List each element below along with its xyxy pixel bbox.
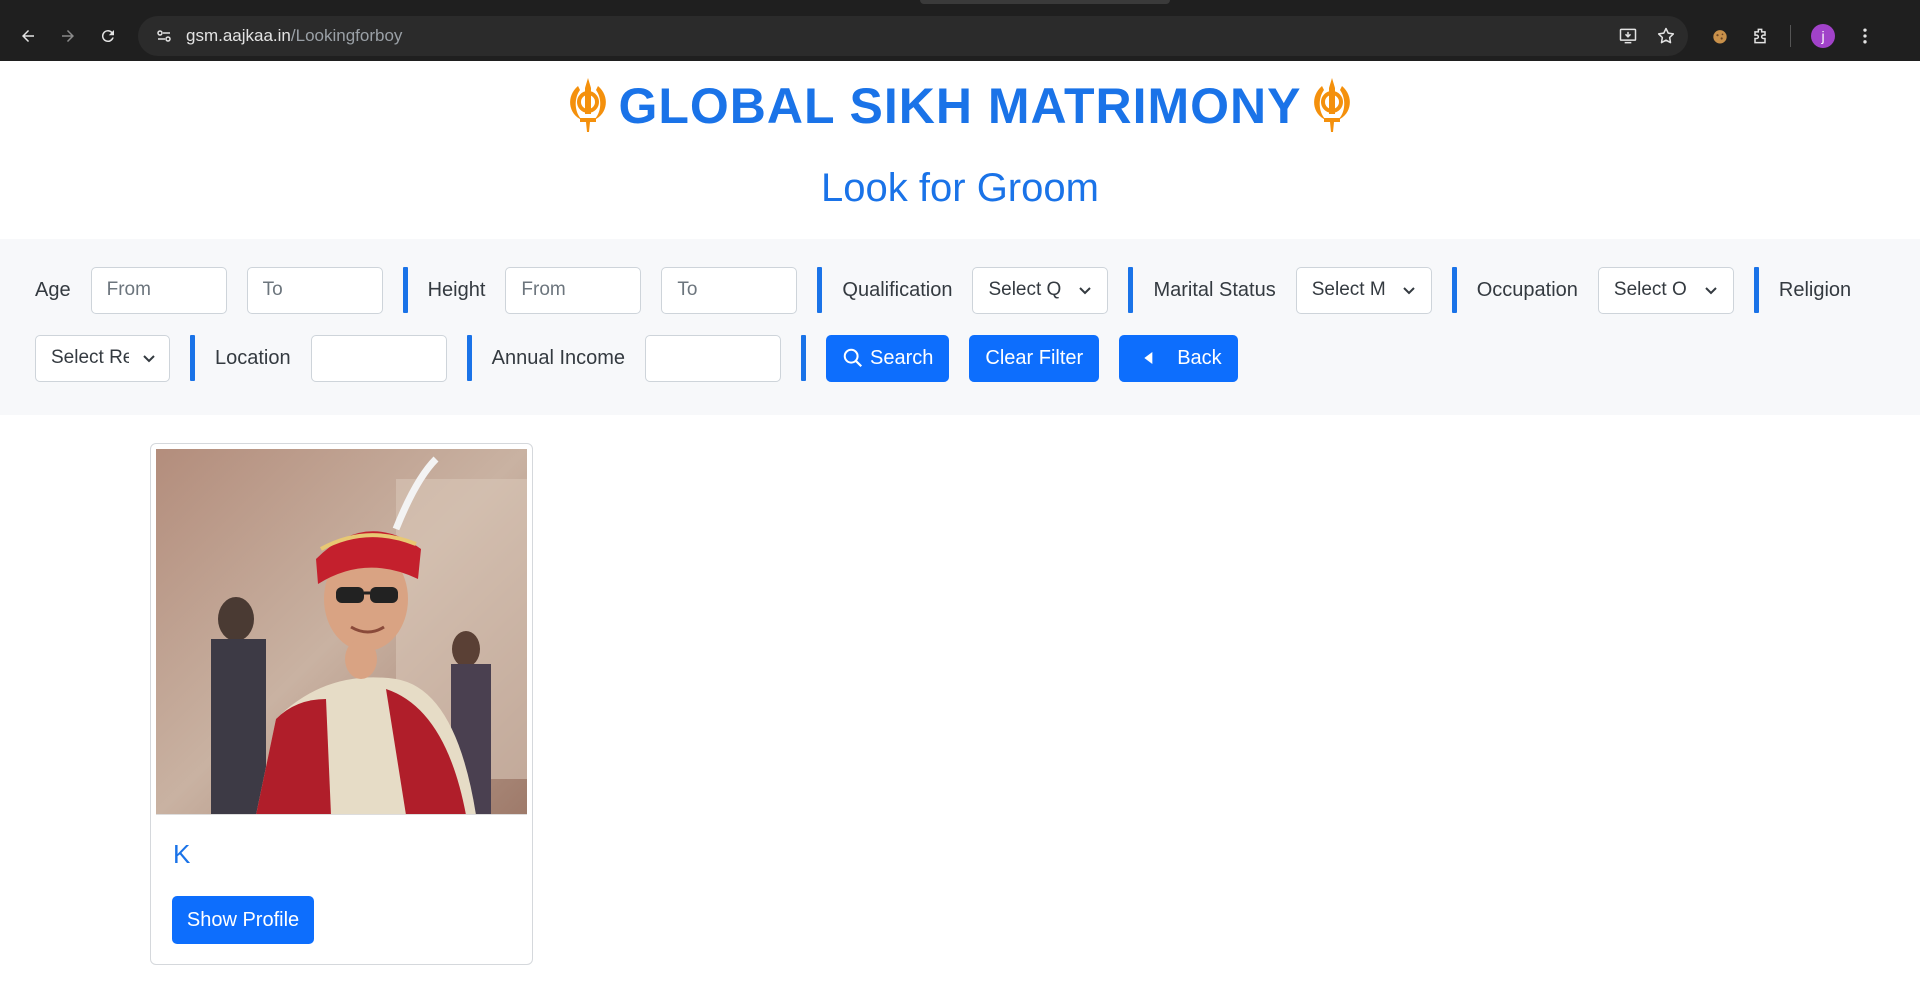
search-button[interactable]: Search bbox=[826, 334, 950, 382]
filter-divider bbox=[402, 267, 408, 313]
arrow-left-icon bbox=[22, 30, 34, 42]
url-text[interactable]: gsm.aajkaa.in/Lookingforboy bbox=[186, 26, 1618, 46]
profile-card: K Show Profile bbox=[150, 443, 533, 965]
filter-panel: Age From To Height From To Qualification… bbox=[0, 239, 1920, 415]
height-label: Height bbox=[427, 278, 486, 301]
toolbar-separator bbox=[1790, 25, 1791, 47]
chevron-down-icon bbox=[1403, 287, 1415, 295]
install-app-icon[interactable] bbox=[1618, 26, 1638, 46]
qualification-select[interactable]: Select Q bbox=[972, 266, 1109, 314]
extensions-puzzle-icon[interactable] bbox=[1750, 26, 1770, 46]
filter-divider bbox=[801, 335, 807, 381]
filter-divider bbox=[1128, 267, 1134, 313]
site-header: GLOBAL SIKH MATRIMONY bbox=[0, 61, 1920, 151]
bookmark-star-icon[interactable] bbox=[1656, 26, 1676, 46]
filter-divider bbox=[1753, 267, 1759, 313]
occupation-select[interactable]: Select O bbox=[1597, 266, 1734, 314]
forward-nav-button[interactable] bbox=[50, 18, 86, 54]
search-button-label: Search bbox=[870, 346, 934, 369]
qualification-label: Qualification bbox=[842, 278, 953, 301]
height-to-input[interactable]: To bbox=[661, 266, 798, 314]
filter-divider bbox=[1451, 267, 1457, 313]
site-info-icon[interactable] bbox=[152, 24, 176, 48]
location-label: Location bbox=[215, 346, 291, 369]
filter-divider bbox=[190, 335, 195, 381]
reload-icon bbox=[101, 30, 114, 43]
url-path: /Lookingforboy bbox=[290, 26, 403, 45]
location-input[interactable] bbox=[310, 334, 447, 382]
khanda-icon bbox=[564, 74, 612, 139]
more-menu-icon[interactable] bbox=[1855, 26, 1875, 46]
page-title: Look for Groom bbox=[821, 166, 1099, 210]
age-from-input[interactable]: From bbox=[90, 266, 227, 314]
extension-cookie-icon[interactable] bbox=[1710, 26, 1730, 46]
profile-avatar[interactable]: j bbox=[1811, 24, 1835, 48]
religion-select[interactable]: Select Re bbox=[35, 334, 170, 382]
annual-income-label: Annual Income bbox=[491, 346, 626, 369]
chevron-down-icon bbox=[1079, 287, 1092, 295]
age-label: Age bbox=[35, 278, 71, 301]
profile-photo bbox=[156, 449, 527, 815]
height-from-input[interactable]: From bbox=[505, 266, 642, 314]
marital-status-select[interactable]: Select M bbox=[1295, 266, 1432, 314]
occupation-label: Occupation bbox=[1476, 278, 1578, 301]
back-button[interactable]: Back bbox=[1119, 334, 1238, 382]
filter-row-1: Age From To Height From To Qualification… bbox=[35, 256, 1920, 324]
annual-income-input[interactable] bbox=[645, 334, 782, 382]
search-icon bbox=[843, 348, 863, 368]
profile-name[interactable]: K bbox=[173, 839, 527, 875]
occupation-select-value: Select O bbox=[1613, 279, 1687, 300]
filter-divider bbox=[817, 267, 823, 313]
browser-toolbar: gsm.aajkaa.in/Lookingforboy j bbox=[0, 11, 1920, 61]
url-host: gsm.aajkaa.in bbox=[186, 26, 291, 45]
age-to-input[interactable]: To bbox=[246, 266, 383, 314]
site-title: GLOBAL SIKH MATRIMONY bbox=[618, 78, 1302, 134]
arrow-right-icon bbox=[62, 30, 74, 42]
show-profile-button[interactable]: Show Profile bbox=[172, 896, 314, 944]
filter-row-2: Select Re Location Annual Income Search … bbox=[35, 324, 1920, 392]
clear-filter-button[interactable]: Clear Filter bbox=[969, 334, 1100, 382]
address-bar[interactable]: gsm.aajkaa.in/Lookingforboy bbox=[138, 16, 1688, 56]
back-button-label: Back bbox=[1177, 346, 1222, 369]
filter-divider bbox=[466, 335, 472, 381]
religion-label: Religion bbox=[1778, 278, 1852, 301]
chevron-down-icon bbox=[1705, 287, 1717, 295]
browser-tab-strip bbox=[0, 0, 1920, 11]
marital-status-select-value: Select M bbox=[1311, 279, 1386, 300]
back-nav-button[interactable] bbox=[10, 18, 46, 54]
chevron-down-icon bbox=[143, 355, 155, 363]
religion-select-value: Select Re bbox=[51, 347, 129, 368]
active-tab-hint bbox=[920, 0, 1170, 4]
qualification-select-value: Select Q bbox=[988, 279, 1062, 300]
reload-button[interactable] bbox=[90, 18, 126, 54]
marital-status-label: Marital Status bbox=[1153, 278, 1276, 301]
khanda-icon bbox=[1308, 74, 1356, 139]
caret-left-icon bbox=[1144, 352, 1153, 364]
